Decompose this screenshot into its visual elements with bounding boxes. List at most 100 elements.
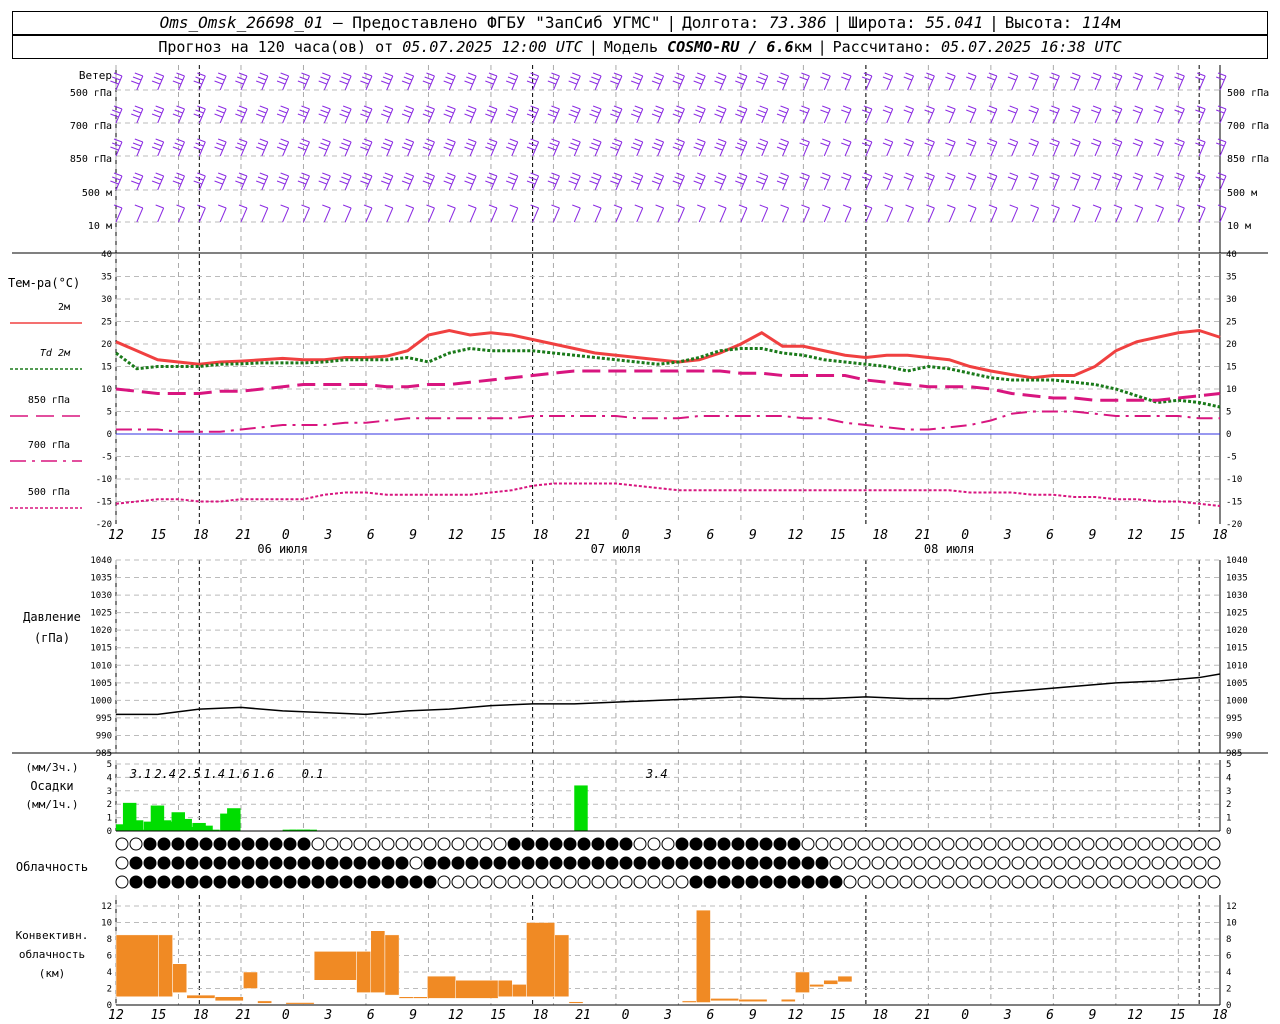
pressure-tick-label: 1035 — [90, 574, 112, 584]
cloud-cover-symbol — [367, 875, 381, 889]
hour-tick-label: 12 — [788, 528, 804, 543]
precip-total-label: 2.4 — [154, 767, 176, 781]
wind-barb — [1009, 204, 1019, 223]
wind-barb — [1217, 204, 1227, 223]
pressure-tick-label: 1020 — [90, 626, 112, 636]
wind-barb — [613, 204, 623, 223]
cloud-cover-symbol — [927, 856, 941, 870]
cloud-cover-symbol — [521, 856, 535, 870]
conv-cloud-bar — [243, 971, 258, 989]
cloud-cover-symbol — [381, 837, 395, 851]
wind-barb — [947, 204, 956, 223]
conv-title-1: Конвективн. — [16, 929, 89, 942]
cloud-cover-symbol — [283, 837, 297, 851]
wind-barb — [651, 138, 665, 157]
wind-barb — [405, 204, 415, 223]
wind-barb — [924, 105, 935, 124]
cloud-cover-symbol — [367, 837, 381, 851]
wind-barb — [861, 172, 873, 191]
cloud-cover-symbol — [1193, 837, 1207, 851]
cloud-cover-symbol — [591, 875, 605, 889]
cloud-cover-symbol — [241, 856, 255, 870]
temp-tick-label: -5 — [101, 453, 112, 463]
wind-barb — [1174, 105, 1185, 124]
cloud-cover-symbol — [1039, 856, 1053, 870]
cloud-cover-symbol — [689, 875, 703, 889]
cloud-cover-symbol — [1053, 837, 1067, 851]
wind-barb — [131, 105, 144, 124]
cloud-cover-symbol — [1067, 837, 1081, 851]
wind-barb — [256, 172, 269, 191]
cloud-cover-symbol — [255, 875, 269, 889]
wind-barb — [780, 204, 790, 223]
wind-barb — [676, 204, 685, 223]
cloud-cover-symbol — [703, 875, 717, 889]
cloud-cover-symbol — [1081, 856, 1095, 870]
wind-barb — [568, 72, 581, 91]
wind-barb — [714, 72, 727, 91]
conv-cloud-bar — [526, 922, 556, 997]
wind-barb — [1132, 172, 1144, 191]
cloud-cover-symbol — [157, 875, 171, 889]
cloud-cover-symbol — [1109, 837, 1123, 851]
cloud-cover-symbol — [1081, 875, 1095, 889]
cloud-cover-symbol — [1109, 856, 1123, 870]
conv-tick-label: 6 — [107, 952, 112, 962]
wind-barb — [572, 204, 581, 223]
hour-tick-label-bottom: 18 — [1212, 1008, 1228, 1023]
wind-barb — [1070, 72, 1081, 91]
meteogram-chart: Ветер 500 гПа 700 гПа 850 гПа 500 м 10 м 500 г… — [8, 65, 1269, 1023]
temp-tick-label: 35 — [101, 273, 112, 283]
cloud-cover-symbol — [1067, 856, 1081, 870]
cloud-cover-symbol — [115, 875, 129, 889]
wind-barb — [945, 72, 956, 91]
cloud-cover-symbol — [437, 837, 451, 851]
wind-barb — [1132, 72, 1144, 91]
cloud-cover-symbol — [1151, 856, 1165, 870]
wind-barb — [630, 172, 644, 191]
cloud-cover-symbol — [717, 875, 731, 889]
cloud-cover-symbol — [507, 875, 521, 889]
wind-barb — [882, 172, 894, 191]
cloud-cover-symbol — [535, 875, 549, 889]
cloud-cover-symbol — [577, 875, 591, 889]
cloud-cover-symbol — [885, 837, 899, 851]
wind-level-label-right: 500 м — [1227, 188, 1257, 199]
wind-barb — [738, 204, 748, 223]
wind-barb — [1007, 105, 1019, 124]
cloud-cover-symbol — [997, 875, 1011, 889]
wind-barb — [443, 72, 456, 91]
cloud-cover-symbol — [661, 875, 675, 889]
precip-bar — [574, 785, 588, 831]
wind-barb — [693, 105, 706, 124]
cloud-cover-symbol — [549, 837, 563, 851]
wind-barb — [1174, 172, 1185, 191]
pressure-tick-label-right: 1020 — [1226, 626, 1248, 636]
cloud-cover-symbol — [745, 837, 759, 851]
pressure-tick-label-right: 1005 — [1226, 679, 1248, 689]
wind-barb — [381, 172, 394, 191]
cloud-cover-symbol — [507, 856, 521, 870]
precip-tick-label-right: 2 — [1226, 800, 1231, 810]
hour-tick-label: 9 — [1089, 528, 1097, 543]
cloud-cover-symbol — [913, 875, 927, 889]
conv-cloud-bar — [780, 998, 796, 1002]
hour-tick-label: 12 — [108, 528, 124, 543]
cloud-cover-symbol — [423, 875, 437, 889]
wind-barb — [131, 172, 144, 191]
cloud-cover-symbol — [395, 875, 409, 889]
wind-barb — [1153, 172, 1164, 191]
wind-barb — [384, 204, 394, 223]
wind-barb — [318, 138, 331, 157]
cloud-cover-symbol — [997, 856, 1011, 870]
hour-tick-label: 15 — [151, 528, 167, 543]
wind-barb — [214, 105, 227, 124]
pressure-tick-label-right: 1030 — [1226, 591, 1248, 601]
cloud-cover-symbol — [773, 856, 787, 870]
cloud-cover-symbol — [619, 837, 633, 851]
cloud-cover-symbol — [871, 875, 885, 889]
cloud-cover-symbol — [311, 875, 325, 889]
wind-barb — [926, 204, 935, 223]
cloud-cover-symbol — [1151, 837, 1165, 851]
precip-total-label: 3.1 — [129, 767, 152, 781]
